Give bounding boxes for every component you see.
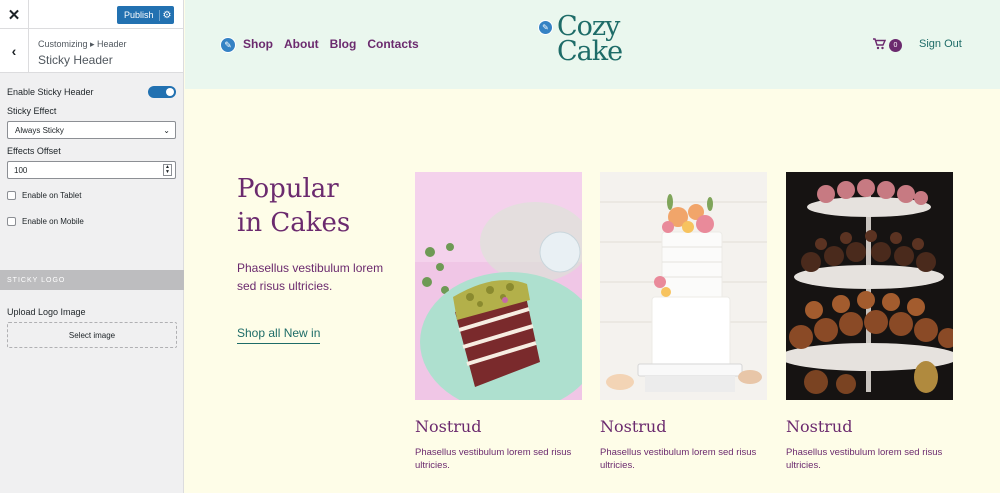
breadcrumb: Customizing ▸ Header xyxy=(38,39,127,49)
sticky-header-controls: Enable Sticky Header Sticky Effect Alway… xyxy=(0,73,183,226)
number-spinner-icon[interactable]: ▲ ▼ xyxy=(163,164,172,176)
nav-item-contacts[interactable]: Contacts xyxy=(367,37,418,51)
product-description: Phasellus vestibulum lorem sed risus ult… xyxy=(600,447,757,471)
enable-mobile-label: Enable on Mobile xyxy=(22,217,84,226)
enable-mobile-row: Enable on Mobile xyxy=(7,217,176,226)
hero-title-line-1: Popular xyxy=(237,174,339,204)
sign-out-link[interactable]: Sign Out xyxy=(919,38,962,50)
site-header: ✎ Shop About Blog Contacts ✎ Cozy Cake 0… xyxy=(185,0,1000,89)
nav-item-about[interactable]: About xyxy=(284,37,319,51)
sticky-effect-label: Sticky Effect xyxy=(7,106,57,116)
section-header: ‹ Customizing ▸ Header Sticky Header xyxy=(0,29,183,73)
customizer-topbar: ✕ Publish ⚙ xyxy=(0,0,183,29)
publish-label: Publish xyxy=(124,10,154,20)
enable-tablet-checkbox[interactable] xyxy=(7,191,16,200)
chevron-left-icon: ‹ xyxy=(11,43,17,59)
cart-icon xyxy=(873,38,887,53)
hero-title: Popular in Cakes xyxy=(237,172,350,240)
sticky-logo-group-heading: STICKY LOGO xyxy=(0,270,184,290)
upload-logo-label: Upload Logo Image xyxy=(7,307,86,317)
publish-button[interactable]: Publish ⚙ xyxy=(117,6,174,24)
hero-text: Phasellus vestibulum lorem sed risus ult… xyxy=(237,261,384,293)
sticky-effect-select[interactable]: Always Sticky ⌄ xyxy=(7,121,176,139)
select-image-button[interactable]: Select image xyxy=(7,322,177,348)
cart-button[interactable]: 0 xyxy=(873,38,902,53)
site-logo[interactable]: Cozy Cake xyxy=(557,13,623,67)
effects-offset-label: Effects Offset xyxy=(7,146,61,156)
nav-item-blog[interactable]: Blog xyxy=(330,37,357,51)
product-image-cake-slice[interactable] xyxy=(415,172,582,400)
product-card[interactable]: Nostrud Phasellus vestibulum lorem sed r… xyxy=(415,172,582,472)
enable-mobile-checkbox[interactable] xyxy=(7,217,16,226)
product-title[interactable]: Nostrud xyxy=(600,417,767,436)
enable-sticky-header-row: Enable Sticky Header xyxy=(7,85,176,99)
close-icon: ✕ xyxy=(7,6,21,24)
nav-edit-pencil-icon[interactable]: ✎ xyxy=(220,37,236,53)
customizer-sidebar: ✕ Publish ⚙ ‹ Customizing ▸ Header Stick… xyxy=(0,0,184,493)
effects-offset-input[interactable]: 100 ▲ ▼ xyxy=(7,161,176,179)
enable-sticky-header-toggle[interactable] xyxy=(148,86,176,98)
product-title[interactable]: Nostrud xyxy=(415,417,582,436)
effects-offset-value: 100 xyxy=(14,165,28,175)
enable-tablet-row: Enable on Tablet xyxy=(7,191,176,200)
cart-count-badge: 0 xyxy=(889,39,902,52)
product-image-wedding-cake[interactable] xyxy=(600,172,767,400)
logo-line-2: Cake xyxy=(557,36,623,67)
sticky-effect-value: Always Sticky xyxy=(15,125,64,135)
chevron-down-icon: ⌄ xyxy=(163,125,170,135)
site-preview: ✎ Shop About Blog Contacts ✎ Cozy Cake 0… xyxy=(185,0,1000,493)
primary-nav: Shop About Blog Contacts xyxy=(243,37,419,51)
product-card[interactable]: Nostrud Phasellus vestibulum lorem sed r… xyxy=(786,172,953,472)
section-title: Sticky Header xyxy=(38,53,113,67)
logo-edit-pencil-icon[interactable]: ✎ xyxy=(538,20,553,35)
product-title[interactable]: Nostrud xyxy=(786,417,953,436)
close-customizer-button[interactable]: ✕ xyxy=(0,0,29,29)
enable-sticky-header-label: Enable Sticky Header xyxy=(7,87,94,97)
back-button[interactable]: ‹ xyxy=(0,29,29,73)
product-description: Phasellus vestibulum lorem sed risus ult… xyxy=(415,447,572,471)
product-card[interactable]: Nostrud Phasellus vestibulum lorem sed r… xyxy=(600,172,767,472)
shop-all-new-link[interactable]: Shop all New in xyxy=(237,326,321,344)
enable-tablet-label: Enable on Tablet xyxy=(22,191,82,200)
product-image-cupcake-stand[interactable] xyxy=(786,172,953,400)
nav-item-shop[interactable]: Shop xyxy=(243,37,273,51)
hero-title-line-2: in Cakes xyxy=(237,208,351,238)
publish-settings-gear-icon[interactable]: ⚙ xyxy=(159,9,174,21)
product-description: Phasellus vestibulum lorem sed risus ult… xyxy=(786,447,943,471)
toggle-knob xyxy=(166,88,174,96)
